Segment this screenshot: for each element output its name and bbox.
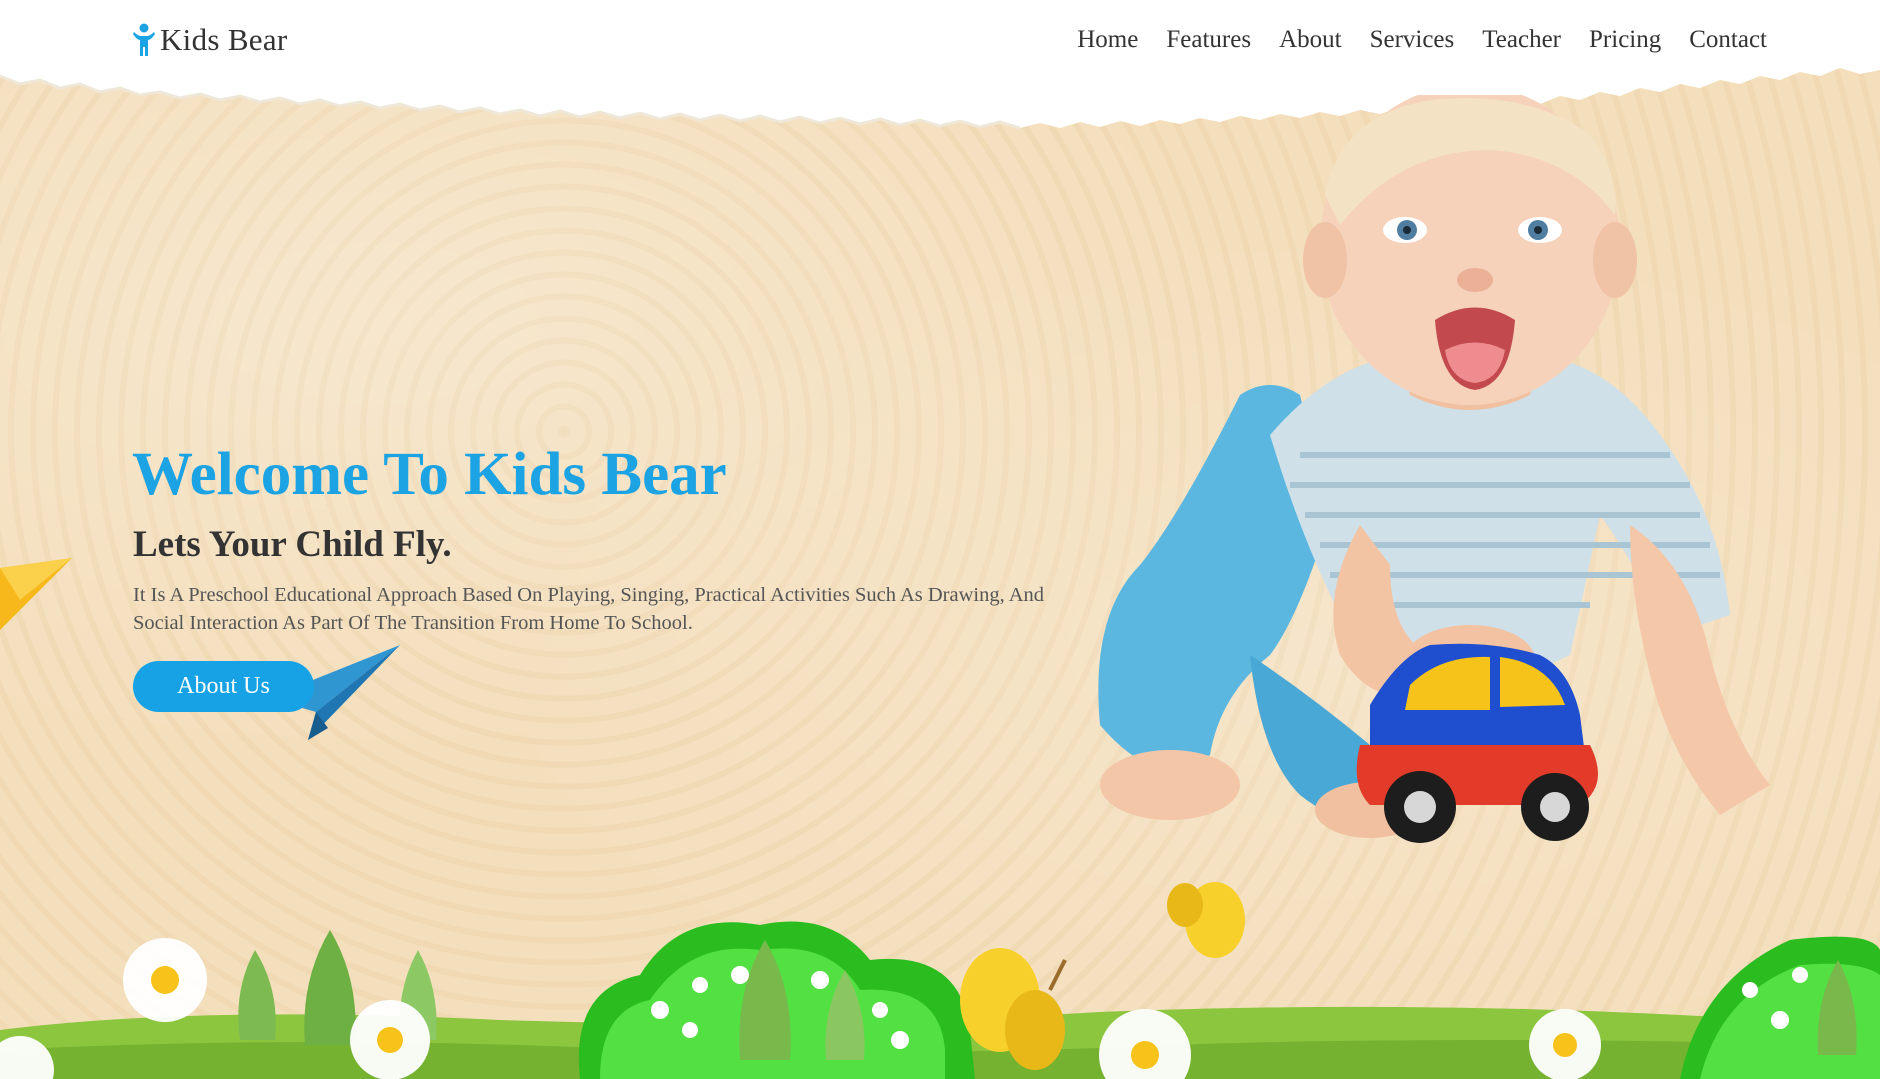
nav-home[interactable]: Home <box>1077 26 1138 54</box>
nav-teacher[interactable]: Teacher <box>1482 26 1561 54</box>
nav-about[interactable]: About <box>1279 26 1342 54</box>
baby-with-toy-car-image <box>1098 95 1770 843</box>
hero-title: Welcome To Kids Bear <box>132 441 727 508</box>
hero-description: It Is A Preschool Educational Approach B… <box>133 584 1044 634</box>
main-nav: Home Features About Services Teacher Pri… <box>1077 20 1767 60</box>
hero-subtitle: Lets Your Child Fly. <box>133 524 452 565</box>
yellow-paper-plane-icon <box>0 558 72 630</box>
child-figure-icon <box>133 23 155 56</box>
site-logo[interactable]: Kids Bear <box>132 20 288 60</box>
nav-services[interactable]: Services <box>1370 26 1455 54</box>
garden-ground-illustration <box>0 882 1880 1079</box>
nav-features[interactable]: Features <box>1166 26 1251 54</box>
nav-contact[interactable]: Contact <box>1689 26 1767 54</box>
about-us-button[interactable]: About Us <box>133 661 314 712</box>
toy-car-icon <box>1356 643 1598 843</box>
brand-name: Kids Bear <box>160 22 288 57</box>
nav-pricing[interactable]: Pricing <box>1589 26 1661 54</box>
butterfly-icon <box>1167 882 1245 958</box>
hero-section: Kids Bear Home Features About Services T… <box>0 0 1880 1079</box>
